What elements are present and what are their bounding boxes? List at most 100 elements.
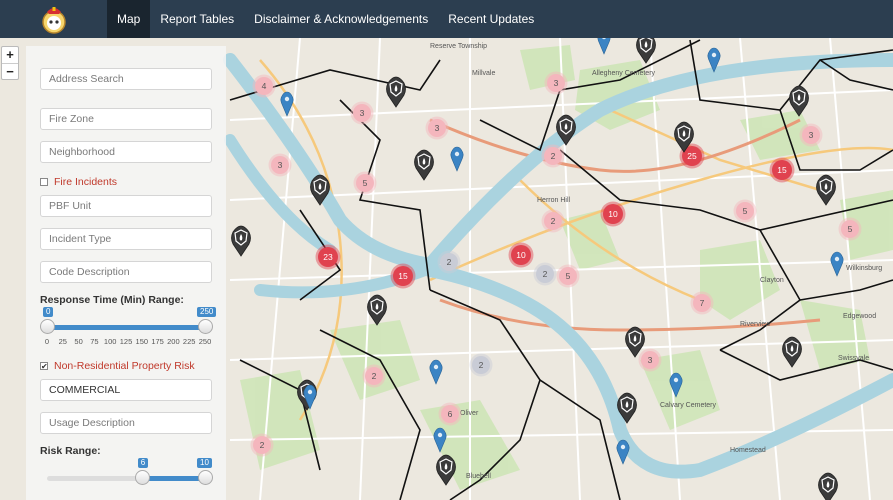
zoom-in-button[interactable]: +	[2, 47, 18, 63]
incident-cluster[interactable]: 2	[250, 433, 274, 457]
label-herron-hill: Herron Hill	[537, 197, 571, 204]
checkbox-box-checked[interactable]: ✔	[40, 362, 48, 371]
incident-cluster[interactable]: 5	[556, 264, 580, 288]
nav-disclaimer-label: Disclaimer & Acknowledgements	[254, 12, 429, 26]
nav-recent-updates-label: Recent Updates	[448, 12, 535, 26]
incident-cluster[interactable]: 3	[799, 123, 823, 147]
risk-range-slider[interactable]: 6 10	[40, 458, 215, 500]
label-clayton: Clayton	[760, 277, 784, 284]
address-search-input[interactable]: Address Search	[40, 68, 212, 90]
nav-map[interactable]: Map	[107, 0, 151, 38]
incident-cluster[interactable]: 2	[541, 209, 565, 233]
incident-type-select[interactable]: Incident Type	[40, 228, 212, 250]
nonres-property-risk-checkbox[interactable]: ✔ Non-Residential Property Risk	[40, 360, 195, 372]
usage-description-select[interactable]: Usage Description	[40, 412, 212, 434]
slider-min-handle[interactable]	[134, 470, 150, 485]
cluster-count: 4	[262, 81, 267, 91]
fire-incidents-checkbox[interactable]: Fire Incidents	[40, 176, 117, 188]
cluster-count: 3	[435, 123, 440, 133]
slider-fill	[47, 325, 205, 330]
incident-cluster[interactable]: 7	[690, 291, 714, 315]
slider-tick-label: 225	[182, 337, 196, 346]
incident-cluster[interactable]: 5	[838, 217, 862, 241]
slider-fill	[141, 476, 205, 481]
label-swissvale: Swissvale	[838, 355, 869, 362]
incident-cluster[interactable]: 10	[600, 201, 626, 227]
nav-report-tables[interactable]: Report Tables	[150, 0, 244, 38]
nav-recent-updates[interactable]: Recent Updates	[438, 0, 544, 38]
incident-cluster[interactable]: 23	[315, 244, 341, 270]
slider-tick-label: 125	[119, 337, 133, 346]
nonres-property-risk-label: Non-Residential Property Risk	[54, 360, 195, 372]
cluster-count: 2	[372, 371, 377, 381]
zoom-control: + −	[1, 46, 19, 80]
cluster-count: 10	[516, 250, 526, 260]
checkbox-box[interactable]	[40, 178, 48, 186]
slider-ticks: 0 25 50 75 100 125 150 175 200 225 250	[40, 334, 215, 348]
cluster-count: 3	[554, 78, 559, 88]
label-riverview: Riverview	[740, 321, 771, 328]
label-homestead: Homestead	[730, 447, 766, 454]
fire-zone-select[interactable]: Fire Zone	[40, 108, 212, 130]
cluster-count: 3	[648, 355, 653, 365]
slider-tick-label: 200	[167, 337, 180, 346]
incident-cluster[interactable]: 6	[438, 402, 462, 426]
slider-tick-label: 150	[135, 337, 149, 346]
cluster-count: 10	[608, 209, 618, 219]
neighborhood-select[interactable]: Neighborhood	[40, 141, 212, 163]
cluster-count: 2	[551, 216, 556, 226]
incident-cluster[interactable]: 2	[437, 250, 461, 274]
label-millvale: Millvale	[472, 70, 495, 77]
cluster-count: 15	[398, 271, 408, 281]
response-time-slider[interactable]: 0 250 0 25 50 75 100 125 150 175 200 225 250	[40, 307, 217, 354]
incident-cluster[interactable]: 2	[469, 353, 493, 377]
fire-incidents-label: Fire Incidents	[54, 176, 118, 188]
incident-cluster[interactable]: 3	[350, 101, 374, 125]
nav-disclaimer[interactable]: Disclaimer & Acknowledgements	[244, 0, 438, 38]
incident-cluster[interactable]: 5	[353, 171, 377, 195]
slider-tick-label: 250	[198, 337, 212, 346]
slider-tick-label: 50	[74, 337, 83, 346]
cluster-count: 5	[848, 224, 853, 234]
slider-max-handle[interactable]	[198, 319, 213, 334]
nav-report-tables-label: Report Tables	[160, 12, 235, 26]
incident-cluster[interactable]: 3	[544, 71, 568, 95]
incident-cluster[interactable]: 5	[733, 199, 757, 223]
slider-tick-label: 0	[44, 337, 50, 346]
incident-cluster[interactable]: 3	[638, 348, 662, 372]
slider-max-handle[interactable]	[198, 470, 213, 485]
response-time-label: Response Time (Min) Range:	[40, 294, 184, 306]
slider-min-handle[interactable]	[40, 319, 55, 334]
nav-map-label: Map	[117, 12, 141, 26]
cluster-count: 3	[360, 108, 365, 118]
label-allegheny-cemetery: Allegheny Cemetery	[592, 70, 656, 77]
incident-cluster[interactable]: 15	[390, 263, 416, 289]
incident-cluster[interactable]: 10	[508, 242, 534, 268]
slider-from-value: 0	[43, 307, 54, 317]
slider-tick-label: 100	[103, 337, 117, 346]
incident-cluster[interactable]: 2	[541, 144, 565, 168]
logo[interactable]	[0, 0, 107, 38]
incident-cluster[interactable]: 3	[268, 153, 292, 177]
pbf-unit-select[interactable]: PBF Unit	[40, 195, 212, 217]
cluster-count: 3	[809, 130, 814, 140]
slider-from-value: 6	[137, 458, 149, 468]
fire-logo-icon	[41, 7, 66, 34]
label-oliver: Oliver	[460, 410, 479, 417]
cluster-count: 5	[743, 206, 748, 216]
cluster-count: 5	[363, 178, 368, 188]
label-calvary-cemetery: Calvary Cemetery	[660, 402, 717, 409]
incident-cluster[interactable]: 2	[533, 262, 557, 286]
usage-select[interactable]: COMMERCIAL	[40, 379, 212, 401]
incident-cluster[interactable]: 15	[769, 157, 795, 183]
slider-to-value: 10	[197, 458, 212, 468]
slider-tick-label: 75	[90, 337, 99, 346]
incident-cluster[interactable]: 4	[252, 74, 276, 98]
navbar: Map Report Tables Disclaimer & Acknowled…	[0, 0, 893, 38]
cluster-count: 23	[323, 252, 333, 262]
cluster-count: 7	[700, 298, 705, 308]
incident-cluster[interactable]: 2	[362, 364, 386, 388]
code-description-select[interactable]: Code Description	[40, 261, 212, 283]
incident-cluster[interactable]: 3	[425, 116, 449, 140]
zoom-out-button[interactable]: −	[2, 63, 18, 79]
